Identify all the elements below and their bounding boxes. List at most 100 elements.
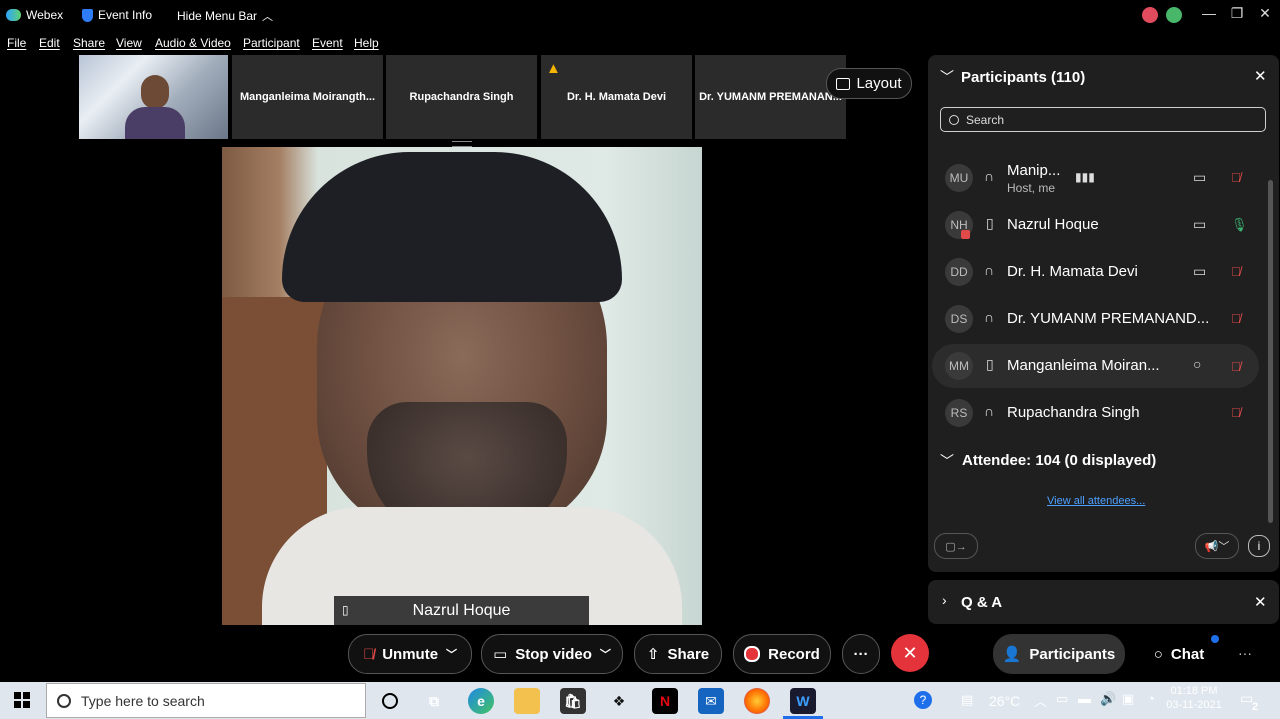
muted-mic-icon[interactable]: 🎙̸: [1231, 358, 1247, 374]
panel-scrollbar[interactable]: [1266, 143, 1275, 528]
battery-icon[interactable]: ▬: [1078, 691, 1091, 706]
attendee-chevron-icon[interactable]: ﹀: [940, 451, 954, 471]
headset-icon: ∩: [984, 403, 995, 419]
chevron-down-icon[interactable]: ﹀: [446, 646, 457, 662]
presenter-badge-icon: [961, 230, 970, 239]
close-panel-icon[interactable]: ✕: [1254, 67, 1267, 85]
stop-video-label: Stop video: [515, 645, 592, 663]
unmute-button[interactable]: 🎙̸ Unmute ﹀: [348, 634, 472, 674]
collapse-chevron-icon[interactable]: ﹀: [940, 67, 954, 87]
avatar: DD: [945, 258, 973, 286]
cortana-icon[interactable]: [377, 688, 403, 714]
menu-participant[interactable]: Participant: [243, 36, 300, 50]
menu-event[interactable]: Event: [312, 36, 343, 50]
phone-icon: ▯: [986, 356, 994, 372]
participant-row-hovered[interactable]: MM ▯ Manganleima Moiran... ○ 🎙̸: [932, 344, 1259, 388]
clock[interactable]: 01:18 PM 03-11-2021: [1163, 685, 1225, 711]
chat-button[interactable]: ○ Chat: [1135, 634, 1223, 674]
expand-chevron-icon[interactable]: ›: [942, 592, 947, 608]
thumbnail-participant[interactable]: Dr. YUMANM PREMANAN...: [695, 55, 846, 139]
thumbnail-participant[interactable]: Manganleima Moirangth...: [232, 55, 383, 139]
store-icon[interactable]: 🛍: [560, 688, 586, 714]
thumbnail-participant[interactable]: ▲ Dr. H. Mamata Devi: [541, 55, 692, 139]
share-button[interactable]: ⇧ Share: [634, 634, 722, 674]
record-button[interactable]: Record: [733, 634, 831, 674]
wifi-icon[interactable]: ◔: [1147, 691, 1155, 706]
menu-edit[interactable]: Edit: [39, 36, 60, 50]
display-icon[interactable]: ▣: [1122, 691, 1134, 707]
end-meeting-button[interactable]: ✕: [891, 634, 929, 672]
edge-browser-icon[interactable]: e: [468, 688, 494, 714]
menu-file[interactable]: File: [7, 36, 26, 50]
info-icon[interactable]: i: [1248, 535, 1270, 557]
task-view-icon[interactable]: ⧉: [421, 688, 447, 714]
thumbnail-participant[interactable]: Rupachandra Singh: [386, 55, 537, 139]
dropbox-icon[interactable]: ❖: [606, 688, 632, 714]
firefox-icon[interactable]: [744, 688, 770, 714]
meet-now-icon[interactable]: ▭: [1056, 691, 1068, 707]
chat-unread-badge: [1211, 635, 1219, 643]
netflix-icon[interactable]: N: [652, 688, 678, 714]
muted-mic-icon[interactable]: 🎙̸: [1231, 311, 1247, 327]
volume-icon[interactable]: 🔊: [1100, 691, 1116, 707]
minimize-icon[interactable]: —: [1194, 5, 1224, 21]
self-video-thumbnail[interactable]: [79, 55, 228, 139]
video-camera-icon[interactable]: ▭: [1193, 263, 1206, 280]
participant-search-field[interactable]: Search: [940, 107, 1266, 132]
move-to-stage-button[interactable]: ▢→: [934, 533, 978, 559]
active-mic-icon[interactable]: 🎙: [1231, 217, 1248, 233]
taskbar-search-field[interactable]: Type here to search: [46, 683, 366, 718]
help-icon[interactable]: ?: [914, 691, 932, 709]
menu-share[interactable]: Share: [73, 36, 105, 50]
windows-start-icon[interactable]: [14, 692, 30, 708]
view-all-attendees-link[interactable]: View all attendees...: [1047, 495, 1145, 507]
qa-panel-title[interactable]: Q & A: [961, 594, 1002, 611]
tray-chevron-up-icon[interactable]: ︿: [1034, 691, 1047, 710]
participant-row[interactable]: NH ▯ Nazrul Hoque ▭ 🎙: [928, 203, 1268, 247]
more-icon[interactable]: ···: [1238, 645, 1252, 661]
participants-button[interactable]: 👤 Participants: [993, 634, 1125, 674]
maximize-icon[interactable]: ❐: [1222, 5, 1252, 22]
stop-video-button[interactable]: ▭ Stop video ﹀: [481, 634, 623, 674]
menu-help[interactable]: Help: [354, 36, 379, 50]
mail-icon[interactable]: ✉: [698, 688, 724, 714]
muted-mic-icon: 🎙̸: [362, 645, 375, 663]
weather-icon[interactable]: ▤: [961, 692, 973, 708]
participant-row[interactable]: DD ∩ Dr. H. Mamata Devi ▭ 🎙̸: [928, 250, 1268, 294]
search-placeholder: Search: [966, 112, 1005, 127]
participant-row[interactable]: RS ∩ Rupachandra Singh 🎙̸: [928, 391, 1268, 435]
chat-bubble-icon[interactable]: ○: [1193, 356, 1201, 372]
video-camera-icon[interactable]: ▭: [1193, 216, 1206, 233]
muted-mic-icon[interactable]: 🎙̸: [1231, 405, 1247, 421]
attendee-header[interactable]: Attendee: 104 (0 displayed): [962, 452, 1156, 469]
scrollbar-thumb[interactable]: [1268, 180, 1273, 523]
chevron-down-icon[interactable]: ﹀: [600, 646, 611, 662]
menu-view[interactable]: View: [116, 36, 142, 50]
participant-row[interactable]: MU ∩ Manip... Host, me ▮▮▮ ▭ 🎙̸: [928, 156, 1268, 200]
megaphone-button[interactable]: 📢﹀: [1195, 533, 1239, 559]
record-label: Record: [768, 645, 820, 663]
muted-mic-icon[interactable]: 🎙̸: [1231, 170, 1247, 186]
participant-name: Dr. YUMANM PREMANAND...: [1007, 310, 1210, 327]
chevron-up-icon: ︿: [262, 11, 274, 23]
muted-mic-icon[interactable]: 🎙̸: [1231, 264, 1247, 280]
notification-count: 2: [1252, 701, 1259, 713]
webex-taskbar-icon[interactable]: W: [790, 688, 816, 714]
hide-menu-bar-button[interactable]: Hide Menu Bar ︿: [177, 8, 273, 24]
temperature[interactable]: 26°C: [989, 693, 1020, 709]
video-camera-icon[interactable]: ▭: [1193, 169, 1206, 186]
main-video-stage[interactable]: [222, 147, 702, 625]
more-options-button[interactable]: ···: [842, 634, 880, 674]
close-qa-icon[interactable]: ✕: [1254, 593, 1267, 611]
participant-row[interactable]: DS ∩ Dr. YUMANM PREMANAND... 🎙̸: [928, 297, 1268, 341]
recording-indicator-icon[interactable]: [1142, 7, 1158, 23]
network-health-icon[interactable]: [1166, 7, 1182, 23]
clock-date: 03-11-2021: [1166, 699, 1222, 711]
menu-audio-video[interactable]: Audio & Video: [155, 36, 231, 50]
close-window-icon[interactable]: ✕: [1250, 5, 1280, 22]
headset-icon: ∩: [984, 168, 995, 184]
file-explorer-icon[interactable]: [514, 688, 540, 714]
layout-button[interactable]: Layout: [826, 68, 912, 99]
event-info-button[interactable]: Event Info: [82, 8, 152, 22]
share-label: Share: [667, 645, 710, 663]
